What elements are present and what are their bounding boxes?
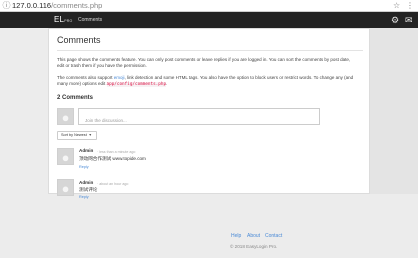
config-path-code: app/config/comments.php [106,82,167,88]
emoji-link[interactable]: emoji [114,75,125,80]
user-silhouette-icon: ● [61,110,70,125]
star-icon[interactable]: ☆ [393,0,400,11]
url-path: /comments.php [51,1,103,10]
reply-link[interactable]: Reply [79,164,89,170]
url-text[interactable]: 127.0.0.116/comments.php [12,0,102,11]
comment-count: 2 Comments [57,95,94,101]
envelope-icon[interactable]: ✉ [405,15,417,25]
footer-link-about[interactable]: About [247,233,260,240]
side-background [370,28,418,194]
comment-text: 测试评论 [79,187,98,192]
url-host: 127.0.0.116 [12,1,52,10]
user-silhouette-icon: ● [61,150,70,165]
caret-down-icon: ▼ [88,133,92,137]
comment-input[interactable] [79,113,319,128]
features-paragraph: The comments also support emoji, link de… [57,75,354,88]
avatar: ● [57,108,74,125]
footer-link-contact[interactable]: Contact [265,233,282,240]
comment-author[interactable]: Admin [79,148,93,154]
sort-dropdown[interactable]: Sort by Newest ▼ [57,131,97,140]
title-divider [57,50,363,51]
comment-time: · less than a minute ago [97,149,136,154]
comment-input-box[interactable] [78,108,320,128]
menu-icon[interactable]: ⋮ [406,0,414,11]
gear-icon[interactable]: ⚙ [390,15,400,25]
reply-link[interactable]: Reply [79,194,89,200]
comment-text: 顶动网合作测试 www.topide.com [79,156,146,161]
comment-author[interactable]: Admin [79,180,93,186]
info-icon[interactable]: ⓘ [2,1,11,10]
nav-link-comments[interactable]: Comments [78,14,102,26]
page-title: Comments [57,35,101,45]
brand-logo[interactable]: ELPRO [54,14,72,26]
comment-avatar: ● [57,148,74,165]
top-navbar: ELPRO Comments ⚙ ✉ [0,12,418,28]
footer-link-help[interactable]: Help [231,233,241,240]
intro-paragraph: This page shows the comments feature. Yo… [57,57,351,69]
browser-url-bar[interactable]: ⓘ 127.0.0.116/comments.php ☆ ⋮ [0,0,418,12]
comment-time: · about an hour ago [97,181,129,186]
comment-avatar: ● [57,179,74,196]
user-silhouette-icon: ● [61,181,70,196]
